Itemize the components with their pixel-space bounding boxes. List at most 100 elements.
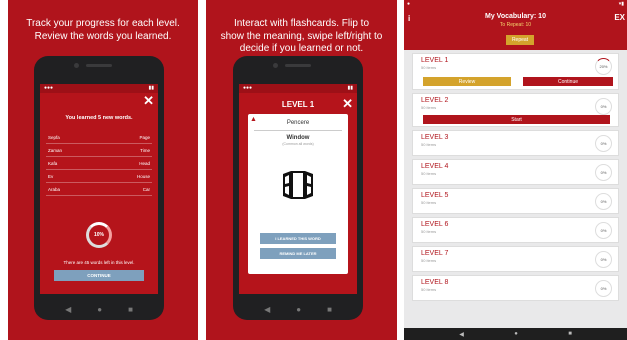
continue-button[interactable]: Continue	[523, 77, 613, 86]
camera-icon	[273, 63, 278, 68]
list-item[interactable]: Zaman Time	[46, 144, 152, 157]
remaining-words-text: There are 45 words left in this level.	[63, 260, 135, 265]
info-icon[interactable]: i	[408, 14, 410, 23]
learned-summary: You learned 5 new words.	[65, 115, 133, 121]
android-nav-bar: ◀ ● ■	[404, 328, 627, 340]
home-icon[interactable]: ●	[514, 331, 518, 337]
app-header: i My Vocabulary: 10 To Repeat: 10 Repeat…	[404, 10, 627, 50]
level-card-5[interactable]: LEVEL 5 50 items 0%	[412, 188, 619, 214]
speaker-grille	[285, 64, 311, 67]
level-name: LEVEL 8	[421, 279, 449, 286]
level-progress-ring: 0%	[595, 98, 612, 115]
back-icon[interactable]: ◀	[65, 305, 71, 314]
level-header: LEVEL 1 ✕	[239, 93, 357, 115]
list-item[interactable]: Araba Car	[46, 183, 152, 196]
promo-panel-levels: ● ▾▮ i My Vocabulary: 10 To Repeat: 10 Re…	[404, 0, 627, 340]
level-item-count: 50 items	[421, 287, 437, 292]
level-card-6[interactable]: LEVEL 6 50 items 0%	[412, 217, 619, 243]
status-bar: ● ▾▮	[404, 0, 627, 10]
recent-apps-icon[interactable]: ■	[327, 305, 332, 314]
caption-line: Review the words you learned.	[34, 30, 172, 42]
speaker-grille	[86, 64, 112, 67]
level-progress-ring: 0%	[595, 222, 612, 239]
word-source: Araba	[48, 186, 61, 192]
level-name: LEVEL 3	[421, 134, 449, 141]
level-item-count: 50 items	[421, 105, 437, 110]
level-card-1[interactable]: LEVEL 1 50 items 20% Review Continue	[412, 53, 619, 90]
recent-apps-icon[interactable]: ■	[568, 331, 572, 337]
level-card-2[interactable]: LEVEL 2 50 items 0% Start	[412, 93, 619, 127]
level-progress-ring: 0%	[595, 193, 612, 210]
level-name: LEVEL 5	[421, 192, 449, 199]
caption-line: decide if you learned or not.	[239, 43, 364, 54]
repeat-button[interactable]: Repeat	[506, 35, 534, 45]
card-meaning: Window	[286, 134, 310, 141]
status-bar: ●●● ▮▮	[40, 84, 158, 93]
caption: Track your progress for each level. Revi…	[8, 0, 198, 43]
list-item[interactable]: Kafa Head	[46, 157, 152, 170]
to-repeat-count: To Repeat: 10	[499, 22, 532, 28]
level-item-count: 50 items	[421, 142, 437, 147]
level-list: LEVEL 1 50 items 20% Review Continue LEV…	[404, 50, 627, 307]
card-word: Pencere	[286, 120, 310, 126]
continue-button[interactable]: CONTINUE	[54, 270, 144, 281]
list-item[interactable]: Ev House	[46, 170, 152, 183]
word-translation: Head	[139, 160, 150, 166]
phone-frame: ●●● ▮▮ LEVEL 1 ✕ ▲ Pencere Window (Common…	[233, 56, 363, 320]
close-icon[interactable]: ✕	[143, 94, 154, 107]
close-icon[interactable]: ✕	[342, 97, 353, 110]
level-name: LEVEL 4	[421, 163, 449, 170]
back-icon[interactable]: ◀	[459, 331, 464, 338]
level-card-3[interactable]: LEVEL 3 50 items 0%	[412, 130, 619, 156]
page-title: My Vocabulary: 10	[485, 13, 546, 20]
learned-word-list: Sepfa Page Zaman Time Kafa Head Ev House Ara…	[46, 131, 152, 196]
home-icon[interactable]: ●	[296, 305, 301, 314]
list-item[interactable]: Sepfa Page	[46, 131, 152, 144]
page-title: LEVEL 1	[281, 99, 315, 109]
card-note: (Common all words)	[282, 141, 314, 146]
word-source: Sepfa	[48, 134, 60, 140]
level-item-count: 50 items	[421, 258, 437, 263]
progress-ring: 10%	[86, 222, 112, 248]
status-bar: ●●● ▮▮	[239, 84, 357, 93]
level-name: LEVEL 2	[421, 97, 449, 104]
back-icon[interactable]: ◀	[264, 305, 270, 314]
caption-line: Track your progress for each level.	[26, 18, 180, 29]
exit-button[interactable]: EX	[614, 13, 625, 22]
level-progress-ring: 0%	[595, 164, 612, 181]
word-source: Ev	[48, 173, 54, 179]
level-progress-ring: 0%	[595, 135, 612, 152]
level-item-count: 50 items	[421, 200, 437, 205]
level-progress-ring: 20%	[595, 58, 612, 75]
progress-percent: 10%	[93, 232, 104, 238]
level-card-4[interactable]: LEVEL 4 50 items 0%	[412, 159, 619, 185]
level-card-7[interactable]: LEVEL 7 50 items 0%	[412, 246, 619, 272]
word-translation: Page	[139, 134, 150, 140]
level-progress-ring: 0%	[595, 280, 612, 297]
word-translation: Car	[142, 186, 150, 192]
flashcard[interactable]: ▲ Pencere Window (Common all words) I LE…	[248, 114, 348, 274]
warning-icon[interactable]: ▲	[250, 116, 257, 123]
android-nav-bar: ◀ ● ■	[34, 298, 164, 320]
start-button[interactable]: Start	[423, 115, 610, 124]
learned-word-button[interactable]: I LEARNED THIS WORD	[260, 233, 336, 244]
home-icon[interactable]: ●	[97, 305, 102, 314]
promo-panel-flashcards: Interact with flashcards. Flip to show t…	[206, 0, 397, 340]
caption-line: show the meaning, swipe left/right to	[220, 30, 383, 42]
level-progress-ring: 0%	[595, 251, 612, 268]
caption-line: Interact with flashcards. Flip to	[233, 18, 370, 29]
review-button[interactable]: Review	[423, 77, 511, 86]
level-item-count: 50 items	[421, 65, 437, 70]
word-translation: House	[136, 173, 150, 179]
window-illustration	[283, 171, 313, 199]
phone-screen: ●●● ▮▮ ✕ You learned 5 new words. Sepfa Pa…	[40, 84, 158, 294]
level-name: LEVEL 7	[421, 250, 449, 257]
phone-screen: ●●● ▮▮ LEVEL 1 ✕ ▲ Pencere Window (Common…	[239, 84, 357, 294]
level-card-8[interactable]: LEVEL 8 50 items 0%	[412, 275, 619, 301]
word-translation: Time	[140, 147, 150, 153]
level-item-count: 50 items	[421, 229, 437, 234]
recent-apps-icon[interactable]: ■	[128, 305, 133, 314]
level-name: LEVEL 1	[421, 57, 449, 64]
remind-later-button[interactable]: REMIND ME LATER	[260, 248, 336, 259]
camera-icon	[74, 63, 79, 68]
